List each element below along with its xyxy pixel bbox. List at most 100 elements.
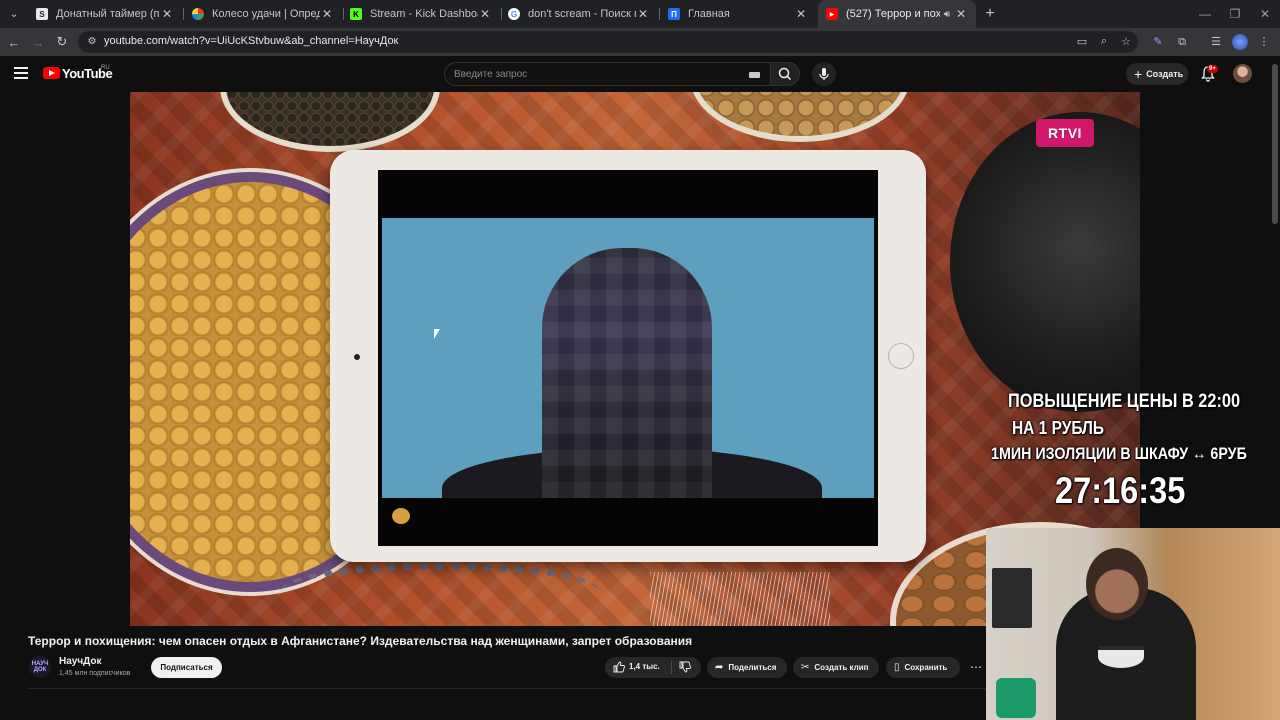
close-tab-icon[interactable]: ✕ (794, 7, 808, 21)
address-bar[interactable]: ⚙ youtube.com/watch?v=UiUcKStvbuw&ab_cha… (78, 31, 1138, 53)
extensions-puzzle-icon[interactable]: ⧉ (1174, 34, 1190, 50)
tab-google-search[interactable]: G don't scream - Поиск в Google ✕ (500, 0, 658, 28)
notification-count-badge: 9+ (1207, 65, 1218, 73)
cast-icon[interactable]: ▭ (1074, 35, 1090, 49)
close-tab-icon[interactable]: ✕ (636, 7, 650, 21)
bookmark-star-icon[interactable]: ☆ (1118, 35, 1134, 49)
stream-overlay-amount-text: НА 1 РУБЛЬ (1012, 418, 1105, 438)
create-button[interactable]: + Создать (1126, 63, 1188, 85)
page-scrollbar[interactable] (1272, 64, 1278, 224)
tab-title: Stream - Kick Dashboard (370, 8, 478, 20)
tab-title: Колесо удачи | Определите победителя (212, 8, 320, 20)
stream-overlay-price-text: ПОВЫЩЕНИЕ ЦЕНЫ В 22:00 (1008, 391, 1241, 412)
site-info-icon[interactable]: ⚙ (86, 36, 98, 48)
create-clip-button[interactable]: ✂ Создать клип (793, 657, 879, 678)
chickpea-image (392, 508, 410, 524)
like-thumb-icon[interactable] (613, 661, 625, 673)
tab-youtube-video[interactable]: ▶ (527) Террор и похищения 🔊︎ ✕ (818, 0, 976, 28)
share-button[interactable]: ➦ Поделиться (707, 657, 787, 678)
streamer-webcam (986, 528, 1280, 720)
webcam-person-head (1086, 548, 1148, 620)
channel-watermark-logo: RTVI (1036, 119, 1094, 147)
tab-wheel-of-fortune[interactable]: Колесо удачи | Определите победителя ✕ (184, 0, 342, 28)
close-tab-icon[interactable]: ✕ (954, 7, 968, 21)
browser-toolbar: ← → ↻ ⚙ youtube.com/watch?v=UiUcKStvbuw&… (0, 28, 1280, 56)
stream-overlay-timer: 27:16:35 (1055, 470, 1186, 511)
share-label: Поделиться (728, 663, 777, 672)
microphone-icon (819, 68, 829, 80)
webcam-green-object (996, 678, 1036, 718)
like-count[interactable]: 1,4 тыс. (629, 662, 660, 671)
tab-search-chevron-icon[interactable]: ⌄ (4, 4, 24, 24)
close-tab-icon[interactable]: ✕ (160, 7, 174, 21)
tab-favicon: K (350, 8, 362, 20)
new-tab-button[interactable]: + (980, 4, 1000, 24)
tablet-camera (354, 354, 360, 360)
close-tab-icon[interactable]: ✕ (478, 7, 492, 21)
save-button[interactable]: ▯ Сохранить (886, 657, 960, 678)
browser-menu-icon[interactable]: ⋮ (1256, 34, 1272, 50)
bookmark-icon: ▯ (894, 662, 900, 673)
zoom-icon[interactable]: ⌕ (1096, 35, 1112, 49)
tab-title: Главная (688, 8, 730, 20)
extension-pen-icon[interactable]: ✎ (1150, 34, 1166, 50)
tab-home[interactable]: П Главная ✕ (660, 0, 816, 28)
profile-avatar-icon[interactable] (1232, 34, 1248, 50)
keyboard-icon[interactable] (749, 72, 760, 78)
search-button[interactable] (770, 62, 800, 86)
maximize-icon[interactable]: ❐ (1220, 0, 1250, 28)
channel-avatar[interactable]: НАУЧ ДОК (29, 656, 51, 678)
like-divider (671, 661, 672, 674)
forward-arrow-icon[interactable]: → (28, 32, 48, 52)
dislike-thumb-icon[interactable] (679, 661, 691, 673)
stream-overlay-rule-text: 1МИН ИЗОЛЯЦИИ В ШКАФУ ↔ 6РУБ (991, 444, 1247, 463)
webcam-monitor (992, 568, 1032, 628)
description-divider (28, 688, 986, 689)
search-box (444, 62, 770, 86)
youtube-logo-icon[interactable] (43, 67, 60, 79)
channel-name[interactable]: НаучДок (59, 656, 102, 667)
scissors-icon: ✂ (801, 662, 810, 673)
region-code: RU (101, 65, 110, 71)
pixelated-face (542, 248, 712, 498)
tab-favicon: S (36, 8, 48, 20)
minimize-icon[interactable]: — (1190, 0, 1220, 28)
tab-title: Донатный таймер (по центру) (56, 8, 160, 20)
video-call-frame (382, 218, 874, 498)
search-input[interactable] (454, 67, 734, 81)
account-avatar[interactable] (1233, 64, 1252, 83)
tab-favicon: ▶ (826, 8, 838, 20)
tab-favicon: П (668, 8, 680, 20)
subscribe-button[interactable]: Подписаться (151, 657, 222, 678)
share-arrow-icon: ➦ (715, 662, 724, 673)
subscriber-count: 1,45 млн подписчиков (59, 670, 131, 677)
tab-title: don't scream - Поиск в Google (528, 8, 636, 20)
tab-kick-dashboard[interactable]: K Stream - Kick Dashboard ✕ (342, 0, 500, 28)
walnut-bowl-image (690, 92, 910, 142)
tablet-home-button (888, 343, 914, 369)
like-dislike-group: 1,4 тыс. (605, 657, 701, 678)
close-window-icon[interactable]: ✕ (1250, 0, 1280, 28)
close-tab-icon[interactable]: ✕ (320, 7, 334, 21)
tab-favicon: G (508, 8, 520, 20)
url-text: youtube.com/watch?v=UiUcKStvbuw&ab_chann… (104, 35, 399, 47)
reload-icon[interactable]: ↻ (52, 32, 72, 52)
prayer-beads-image (280, 562, 600, 622)
browser-tab-strip: ⌄ S Донатный таймер (по центру) ✕ Колесо… (0, 0, 1280, 28)
search-icon (778, 67, 792, 81)
webcam-bowl (1098, 646, 1144, 668)
thread-bundle-image (650, 572, 830, 626)
menu-hamburger-icon[interactable] (14, 67, 28, 79)
save-label: Сохранить (904, 663, 948, 672)
youtube-masthead: YouTube RU + Создать 9+ (0, 56, 1280, 92)
back-arrow-icon[interactable]: ← (4, 32, 24, 52)
tab-donation-timer[interactable]: S Донатный таймер (по центру) ✕ (28, 0, 182, 28)
mouse-cursor-icon (434, 329, 440, 339)
wheel-favicon-icon (192, 8, 204, 20)
clip-label: Создать клип (814, 663, 869, 672)
speaker-icon[interactable]: 🔊︎ (940, 9, 954, 20)
more-actions-icon[interactable]: ⋯ (966, 657, 986, 678)
reading-list-icon[interactable]: ☰ (1208, 34, 1224, 50)
plus-icon: + (1134, 66, 1143, 82)
voice-search-button[interactable] (812, 62, 836, 86)
